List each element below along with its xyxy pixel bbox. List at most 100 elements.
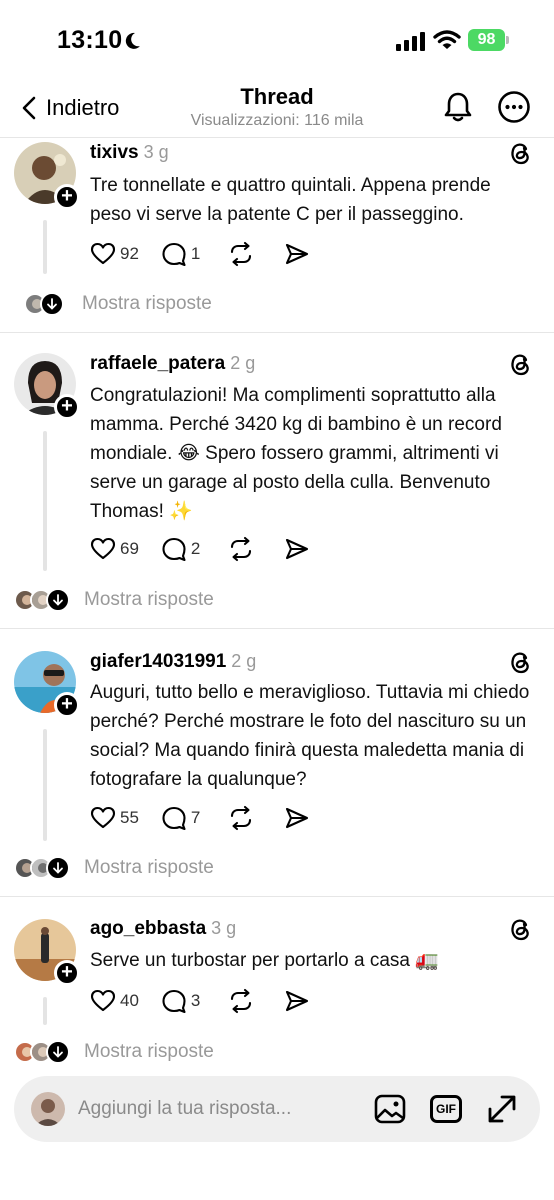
follow-button[interactable]: +: [54, 184, 80, 210]
top-nav: Indietro Thread Visualizzazioni: 116 mil…: [0, 80, 554, 138]
show-replies-label: Mostra risposte: [84, 589, 214, 610]
post-text: Tre tonnellate e quattro quintali. Appen…: [90, 175, 491, 225]
show-replies[interactable]: Mostra risposte: [14, 1037, 214, 1067]
like-button[interactable]: 69: [90, 536, 139, 562]
reply-post: + tixivs 3 g Tre tonnellate e quattro qui…: [0, 138, 554, 332]
like-button[interactable]: 40: [90, 988, 139, 1014]
repost-button[interactable]: [228, 988, 254, 1014]
repost-button[interactable]: [228, 536, 254, 562]
repost-button[interactable]: [228, 241, 254, 267]
reply-post: + raffaele_patera 2 g Congratulazioni! Ma…: [0, 333, 554, 628]
show-replies-label: Mostra risposte: [84, 857, 214, 878]
show-replies[interactable]: Mostra risposte: [14, 853, 214, 883]
post-age: 3 g: [211, 918, 237, 938]
status-bar: 13:10 98: [0, 0, 554, 80]
heart-icon: [90, 989, 116, 1012]
comment-count: 2: [190, 539, 201, 558]
reply-input[interactable]: [78, 1094, 348, 1124]
post-text: Congratulazioni! Ma complimenti soprattu…: [90, 385, 502, 522]
post-age: 2 g: [231, 651, 257, 671]
like-count: 40: [120, 991, 139, 1010]
expand-icon[interactable]: [484, 1091, 520, 1127]
comment-count: 7: [190, 808, 201, 827]
arrow-down-icon: [46, 856, 70, 880]
more-options-icon[interactable]: [497, 90, 531, 124]
show-replies-label: Mostra risposte: [82, 293, 212, 314]
comment-button[interactable]: 7: [161, 805, 200, 831]
share-button[interactable]: [284, 241, 310, 267]
arrow-down-icon: [40, 292, 64, 316]
comment-icon: [162, 537, 186, 562]
reply-composer: GIF: [14, 1076, 540, 1142]
username[interactable]: tixivs: [90, 142, 139, 163]
heart-icon: [90, 242, 116, 265]
signal-icon: [396, 32, 425, 51]
repost-icon: [231, 988, 252, 1014]
wifi-icon: [433, 30, 461, 49]
comment-icon: [162, 806, 186, 831]
avatar: [31, 1092, 65, 1126]
username[interactable]: giafer14031991: [90, 651, 226, 672]
post-text: Serve un turbostar per portarlo a casa 🚛: [90, 950, 439, 971]
share-button[interactable]: [284, 536, 310, 562]
arrow-down-icon: [46, 588, 70, 612]
repost-icon: [231, 805, 252, 831]
reply-post: + ago_ebbasta 3 g Serve un turbostar per …: [0, 897, 554, 1072]
send-icon: [286, 990, 309, 1012]
thread-line: [43, 431, 47, 571]
threads-logo-icon: [511, 354, 529, 376]
action-bar: 92 1: [90, 239, 310, 269]
like-button[interactable]: 92: [90, 241, 139, 267]
send-icon: [286, 807, 309, 829]
repost-icon: [231, 536, 252, 562]
follow-button[interactable]: +: [54, 394, 80, 420]
comment-button[interactable]: 3: [161, 988, 200, 1014]
comment-count: 1: [190, 244, 201, 263]
follow-button[interactable]: +: [54, 960, 80, 986]
action-bar: 40 3: [90, 986, 310, 1016]
share-button[interactable]: [284, 988, 310, 1014]
image-icon[interactable]: [372, 1091, 408, 1127]
post-text: Auguri, tutto bello e meraviglioso. Tutt…: [90, 682, 530, 790]
moon-icon: [125, 32, 140, 49]
threads-logo-icon: [511, 919, 529, 941]
show-replies[interactable]: Mostra risposte: [24, 289, 212, 319]
post-age: 2 g: [230, 353, 256, 373]
comment-count: 3: [190, 991, 201, 1010]
threads-logo-icon: [511, 143, 529, 165]
username[interactable]: raffaele_patera: [90, 353, 225, 374]
like-button[interactable]: 55: [90, 805, 139, 831]
arrow-down-icon: [46, 1040, 70, 1064]
gif-button[interactable]: GIF: [430, 1095, 462, 1123]
thread-line: [43, 729, 47, 841]
show-replies-label: Mostra risposte: [84, 1041, 214, 1062]
send-icon: [286, 243, 309, 265]
show-replies[interactable]: Mostra risposte: [14, 585, 214, 615]
comment-icon: [162, 989, 186, 1014]
comment-button[interactable]: 2: [161, 536, 200, 562]
battery-level: 98: [468, 29, 505, 51]
status-time: 13:10: [57, 26, 123, 54]
like-count: 69: [120, 539, 139, 558]
reply-post: + giafer14031991 2 g Auguri, tutto bello …: [0, 629, 554, 896]
heart-icon: [90, 537, 116, 560]
action-bar: 55 7: [90, 803, 310, 833]
battery-icon: 98: [468, 29, 510, 51]
bell-icon[interactable]: [441, 90, 475, 124]
repost-button[interactable]: [228, 805, 254, 831]
follow-button[interactable]: +: [54, 692, 80, 718]
thread-line: [43, 220, 47, 274]
threads-logo-icon: [511, 652, 529, 674]
repost-icon: [231, 241, 252, 267]
heart-icon: [90, 806, 116, 829]
comment-button[interactable]: 1: [161, 241, 200, 267]
send-icon: [286, 538, 309, 560]
post-age: 3 g: [143, 142, 169, 162]
username[interactable]: ago_ebbasta: [90, 918, 206, 939]
action-bar: 69 2: [90, 534, 310, 564]
like-count: 92: [120, 244, 139, 263]
share-button[interactable]: [284, 805, 310, 831]
thread-line: [43, 997, 47, 1025]
comment-icon: [162, 242, 186, 267]
like-count: 55: [120, 808, 139, 827]
